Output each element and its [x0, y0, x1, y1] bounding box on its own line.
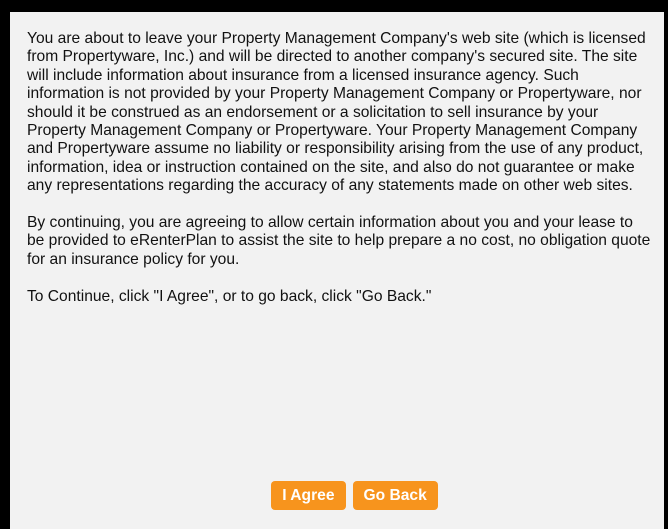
dialog-button-row: I Agree Go Back: [10, 481, 664, 510]
disclaimer-content: You are about to leave your Property Man…: [27, 30, 652, 306]
go-back-button[interactable]: Go Back: [352, 481, 438, 510]
i-agree-button[interactable]: I Agree: [271, 481, 346, 510]
disclaimer-paragraph-instructions: To Continue, click "I Agree", or to go b…: [27, 287, 432, 305]
disclaimer-paragraph-consent: By continuing, you are agreeing to allow…: [27, 214, 651, 268]
disclaimer-dialog: You are about to leave your Property Man…: [10, 12, 664, 529]
disclaimer-paragraph-leave-site: You are about to leave your Property Man…: [27, 30, 646, 195]
